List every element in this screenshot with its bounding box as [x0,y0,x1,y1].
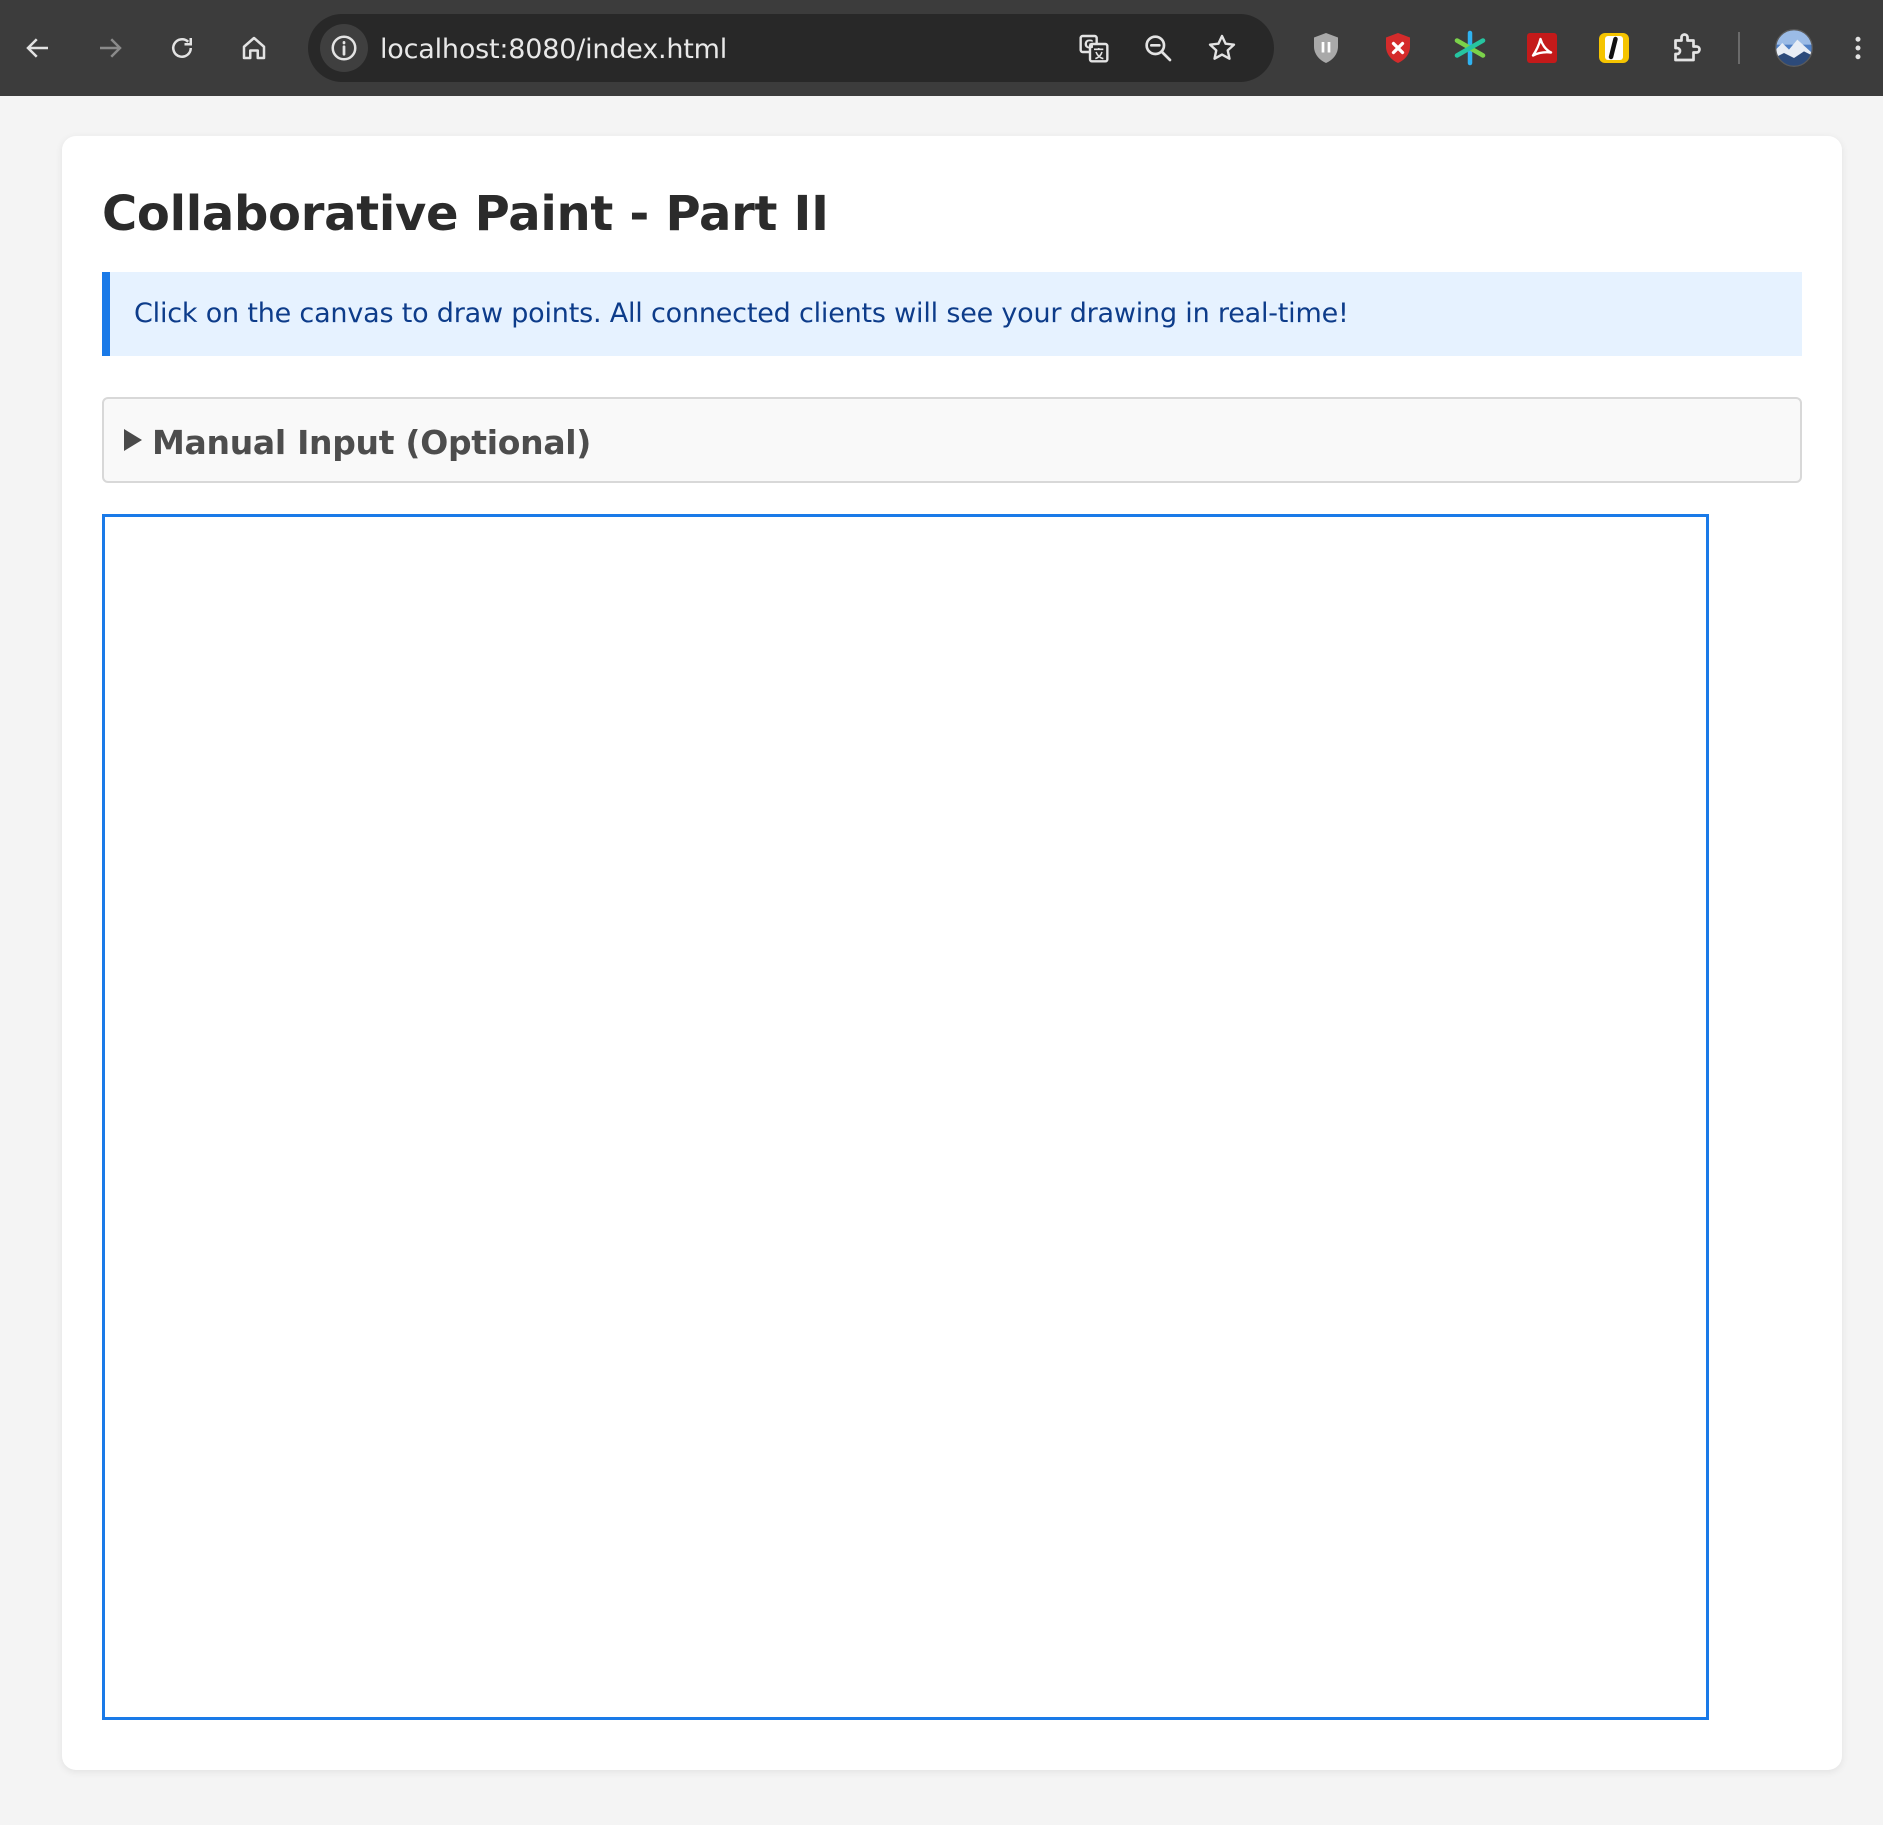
red-shield-extension-icon [1386,33,1410,63]
info-icon [331,35,357,61]
asterisk-extension-button[interactable] [1450,28,1490,68]
site-info-button[interactable] [320,24,368,72]
disclosure-triangle-icon [124,429,142,451]
main-card: Collaborative Paint - Part II Click on t… [62,136,1842,1770]
info-banner-text: Click on the canvas to draw points. All … [134,298,1349,329]
info-banner: Click on the canvas to draw points. All … [102,272,1802,356]
back-button[interactable] [16,26,60,70]
paint-canvas[interactable] [102,514,1709,1720]
browser-toolbar: localhost:8080/index.html G [0,0,1883,96]
translate-icon: G [1079,34,1109,63]
zoom-button[interactable] [1140,30,1176,66]
home-button[interactable] [232,26,276,70]
browser-menu-button[interactable] [1846,28,1870,68]
kebab-menu-icon [1855,36,1861,60]
manual-input-label: Manual Input (Optional) [152,423,592,462]
reload-button[interactable] [160,26,204,70]
toolbar-divider [1738,32,1740,64]
shield-extension-button[interactable] [1306,28,1346,68]
home-icon [242,36,266,60]
red-shield-extension-button[interactable] [1378,28,1418,68]
profile-avatar [1775,28,1813,67]
arrow-left-icon [26,38,48,58]
reload-icon [172,38,192,58]
pdf-extension-icon [1527,33,1557,63]
url-text[interactable]: localhost:8080/index.html [380,34,727,65]
yellow-l-extension-button[interactable] [1594,28,1634,68]
shield-extension-icon [1314,33,1338,63]
extensions-button[interactable] [1666,28,1706,68]
bookmark-button[interactable] [1204,30,1240,66]
star-icon [1208,34,1236,60]
manual-input-toggle[interactable]: Manual Input (Optional) [102,397,1802,483]
address-bar[interactable]: localhost:8080/index.html G [308,14,1274,82]
translate-button[interactable]: G [1076,30,1112,66]
profile-button[interactable] [1772,26,1816,70]
puzzle-icon [1674,33,1701,62]
pdf-extension-button[interactable] [1522,28,1562,68]
page-title: Collaborative Paint - Part II [102,186,829,242]
forward-button[interactable] [88,26,132,70]
asterisk-extension-icon [1454,30,1486,66]
yellow-l-extension-icon [1599,33,1629,63]
zoom-icon [1145,35,1172,62]
arrow-right-icon [100,38,122,58]
svg-text:G: G [1084,38,1094,52]
